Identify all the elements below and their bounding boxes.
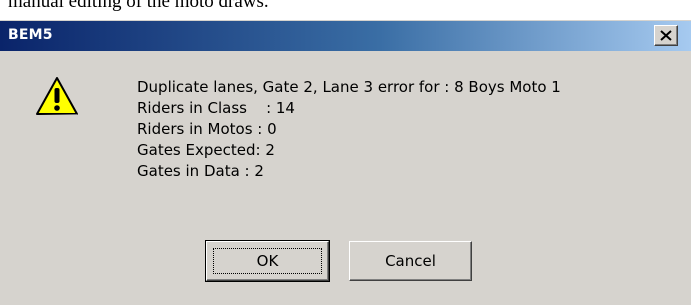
message-text: Duplicate lanes, Gate 2, Lane 3 error fo… [137, 77, 561, 182]
dialog-title: BEM5 [8, 27, 53, 43]
ok-button[interactable]: OK [205, 240, 330, 282]
cancel-button-label: Cancel [385, 252, 436, 270]
message-dialog: BEM5 Duplicate lanes, Gate 2, Lane 3 err… [0, 20, 691, 305]
document-text-fragment: manual editing of the moto draws. [8, 0, 269, 12]
title-bar[interactable]: BEM5 [0, 21, 691, 51]
message-line: Gates Expected: 2 [137, 141, 275, 159]
cancel-button[interactable]: Cancel [349, 241, 472, 281]
focus-rectangle [213, 248, 322, 274]
message-line: Riders in Motos : 0 [137, 120, 277, 138]
message-line: Riders in Class : 14 [137, 99, 295, 117]
message-line: Duplicate lanes, Gate 2, Lane 3 error fo… [137, 78, 561, 96]
warning-icon [36, 77, 78, 115]
message-line: Gates in Data : 2 [137, 162, 264, 180]
close-icon [660, 30, 672, 41]
close-button[interactable] [654, 25, 678, 46]
